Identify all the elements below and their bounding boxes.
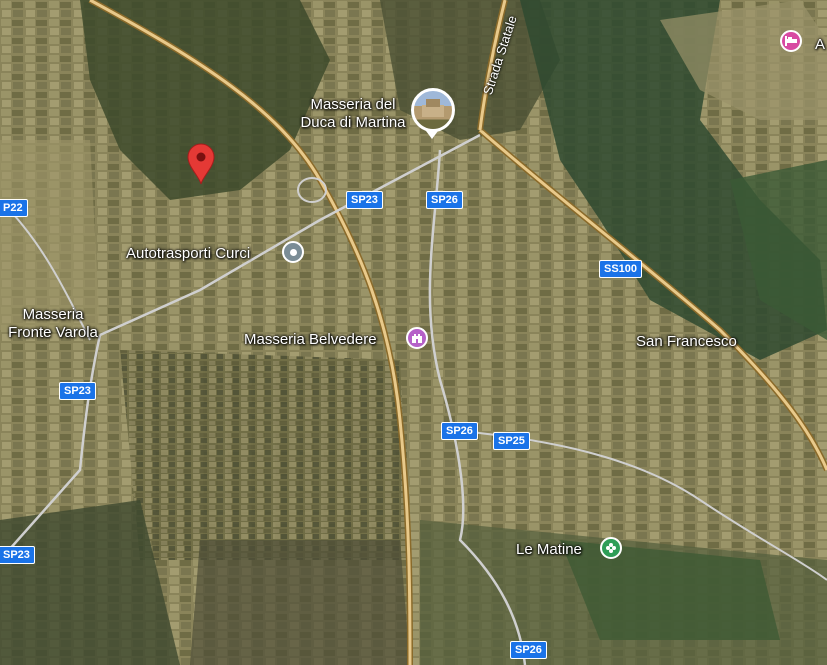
road-shield-sp25: SP25: [493, 432, 530, 450]
green-flower-icon[interactable]: [600, 537, 622, 559]
place-label-line2: Fronte Varola: [8, 324, 98, 341]
photo-pointer: [426, 131, 438, 139]
gray-place-icon[interactable]: [282, 241, 304, 263]
place-label-belvedere[interactable]: Masseria Belvedere: [244, 331, 377, 349]
masseria-photo-thumbnail[interactable]: [411, 88, 455, 132]
landmark-castle-icon[interactable]: [406, 327, 428, 349]
place-label-fronte-varola[interactable]: Masseria Fronte Varola: [0, 306, 106, 342]
road-shield-ss100: SS100: [599, 260, 643, 278]
place-label-san-francesco[interactable]: San Francesco: [636, 333, 737, 351]
road-shield-sp23: SP23: [346, 191, 383, 209]
road-shield-sp26: SP26: [441, 422, 478, 440]
place-label-partial[interactable]: A: [815, 36, 825, 54]
road-shield-sp22: P22: [0, 199, 28, 217]
place-label-masseria-duca[interactable]: Masseria del Duca di Martina: [298, 96, 408, 132]
road-shield-sp23: SP23: [0, 546, 35, 564]
place-label-line2: Duca di Martina: [300, 114, 406, 131]
place-label-le-matine[interactable]: Le Matine: [516, 541, 582, 559]
place-label-line1: Masseria del: [310, 96, 396, 113]
place-label-autotrasporti[interactable]: Autotrasporti Curci: [126, 245, 250, 263]
road-shield-sp23: SP23: [59, 382, 96, 400]
red-location-pin-icon[interactable]: [186, 143, 216, 185]
place-label-line1: Masseria: [22, 306, 84, 323]
road-shield-sp26: SP26: [510, 641, 547, 659]
road-shield-sp26: SP26: [426, 191, 463, 209]
hotel-bed-icon[interactable]: [780, 30, 802, 52]
satellite-map[interactable]: Masseria del Duca di Martina Strada Stat…: [0, 0, 827, 665]
